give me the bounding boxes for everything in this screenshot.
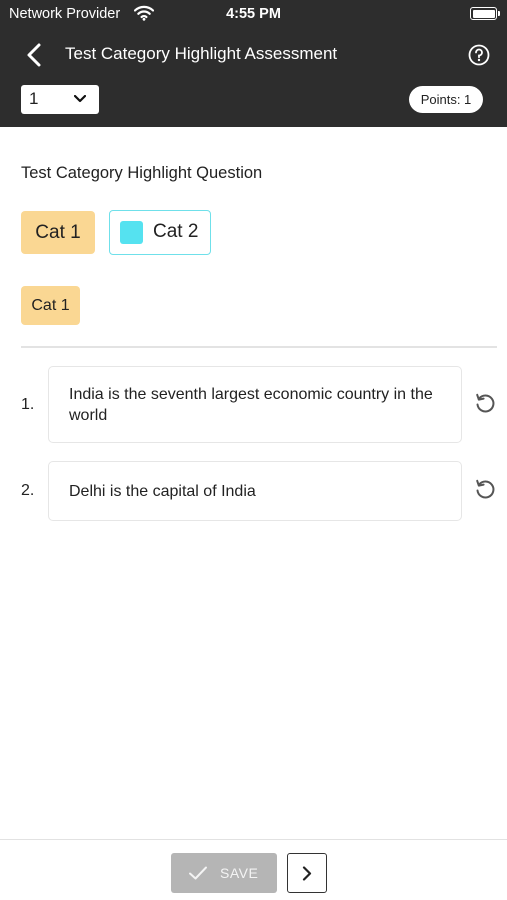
app-header: Network Provider 4:55 PM Test Category H… bbox=[0, 0, 507, 127]
reset-icon[interactable] bbox=[474, 478, 496, 500]
chevron-down-icon bbox=[74, 95, 86, 103]
points-badge: Points: 1 bbox=[409, 86, 483, 113]
status-time: 4:55 PM bbox=[226, 6, 281, 22]
question-number-value: 1 bbox=[29, 89, 39, 108]
item-number: 2. bbox=[21, 482, 35, 499]
question-number-dropdown[interactable]: 1 bbox=[21, 85, 99, 114]
nav-bar: Test Category Highlight Assessment bbox=[0, 36, 507, 74]
item-number: 1. bbox=[21, 396, 35, 413]
bottom-toolbar: SAVE bbox=[0, 839, 507, 900]
category-chip-label: Cat 2 bbox=[153, 221, 199, 242]
category-chip-cat1[interactable]: Cat 1 bbox=[21, 211, 95, 254]
status-bar: Network Provider 4:55 PM bbox=[0, 0, 507, 28]
category-chip-cat2[interactable]: Cat 2 bbox=[109, 210, 211, 255]
next-button[interactable] bbox=[287, 853, 327, 893]
back-chevron-icon[interactable] bbox=[24, 42, 46, 68]
selected-category-tag[interactable]: Cat 1 bbox=[21, 286, 80, 325]
battery-icon bbox=[470, 7, 500, 20]
list-item[interactable]: Delhi is the capital of India bbox=[48, 461, 462, 521]
help-icon[interactable] bbox=[468, 44, 490, 66]
save-button[interactable]: SAVE bbox=[171, 853, 277, 893]
chevron-right-icon bbox=[302, 866, 312, 881]
save-label: SAVE bbox=[220, 865, 259, 881]
color-swatch bbox=[120, 221, 143, 244]
reset-icon[interactable] bbox=[474, 392, 496, 414]
question-text: Test Category Highlight Question bbox=[21, 164, 263, 182]
page-title: Test Category Highlight Assessment bbox=[65, 44, 338, 63]
check-icon bbox=[189, 866, 207, 880]
section-divider bbox=[21, 346, 497, 348]
list-item[interactable]: India is the seventh largest economic co… bbox=[48, 366, 462, 443]
